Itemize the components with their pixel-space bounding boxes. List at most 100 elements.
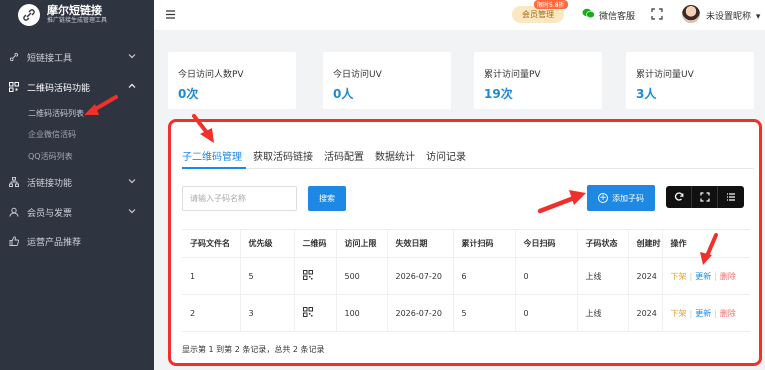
qrcode-icon (8, 81, 20, 93)
cell-priority: 5 (239, 257, 294, 295)
sidebar-item-label: 会员与发票 (27, 208, 73, 219)
tab-stats[interactable]: 数据统计 (375, 148, 415, 163)
tab-sub-qrcode[interactable]: 子二维码管理 (182, 148, 242, 163)
search-input[interactable] (182, 186, 297, 211)
tab-get-link[interactable]: 获取活码链接 (253, 148, 313, 163)
active-tab-indicator (182, 167, 246, 169)
column-header[interactable]: 累计扫码 (452, 229, 515, 258)
wechat-icon (582, 8, 595, 22)
add-sub-code-label: 添加子码 (612, 193, 644, 203)
cell-name: 1 (182, 257, 240, 295)
sidebar-subitem-wecom[interactable]: 企业微信活码 (28, 127, 76, 141)
annotation-arrow-icon (537, 190, 586, 214)
sidebar-item-label: 二维码活码功能 (27, 83, 91, 94)
annotation-arrow-icon (192, 114, 214, 143)
stat-value: 19次 (484, 87, 513, 101)
sidebar-item-qrcode[interactable]: 二维码活码功能 (0, 78, 154, 96)
tab-visits[interactable]: 访问记录 (426, 148, 466, 163)
menu-toggle-icon[interactable] (165, 9, 176, 23)
fullscreen-icon[interactable] (651, 8, 663, 23)
chevron-down-icon (128, 52, 136, 63)
stat-label: 今日访问UV (333, 70, 382, 80)
separator: | (714, 271, 717, 281)
tab-bar: 子二维码管理 获取活码链接 活码配置 数据统计 访问记录 (182, 148, 477, 163)
tab-divider (182, 168, 754, 169)
tab-config[interactable]: 活码配置 (324, 148, 364, 163)
add-sub-code-button[interactable]: + 添加子码 (587, 185, 655, 211)
delete-link[interactable]: 删除 (720, 309, 736, 318)
username-dropdown[interactable]: 未设置昵称 ▾ (706, 9, 760, 22)
search-button[interactable]: 搜索 (308, 186, 346, 211)
status-badge: 上线 (576, 257, 628, 295)
list-columns-icon[interactable] (718, 186, 744, 208)
stat-card-uv-total: 累计访问量UV 3人 (626, 52, 754, 109)
cell-total: 5 (452, 294, 515, 332)
column-header[interactable]: 二维码 (293, 229, 336, 258)
chevron-down-icon (128, 177, 136, 188)
stat-label: 累计访问量UV (636, 70, 694, 80)
stat-card-pv-total: 累计访问量PV 19次 (474, 52, 602, 109)
expand-icon[interactable] (692, 186, 718, 208)
delete-link[interactable]: 删除 (720, 272, 736, 281)
sidebar-item-label: 运营产品推荐 (27, 237, 82, 248)
sidebar-item-membership[interactable]: 会员与发票 (0, 203, 154, 221)
sidebar-item-products[interactable]: 运营产品推荐 (0, 232, 154, 250)
column-header[interactable]: 访问上限 (335, 229, 387, 258)
take-down-link[interactable]: 下架 (671, 272, 687, 281)
sitemap-icon (8, 176, 20, 188)
qrcode-icon[interactable] (302, 270, 313, 280)
table-row: 1 5 500 2026-07-20 6 0 上线 2024 下架 | 更新 | 删除 (182, 257, 750, 295)
brand-subtitle: 推广链接生成管理工具 (47, 17, 108, 24)
refresh-icon[interactable] (666, 186, 692, 208)
column-header[interactable]: 今日扫码 (514, 229, 577, 258)
cell-qrcode (293, 257, 336, 295)
annotation-arrow-icon (700, 233, 718, 265)
cell-created: 2024 (627, 294, 662, 332)
stat-card-uv-today: 今日访问UV 0人 (323, 52, 451, 109)
table-row: 2 3 100 2026-07-20 5 0 上线 2024 下架 | 更新 | 删除 (182, 294, 750, 332)
sidebar-subitem-qrcode-list[interactable]: 二维码活码列表 (28, 106, 84, 120)
cell-actions: 下架 | 更新 | 删除 (661, 294, 750, 332)
annotation-arrow-icon (84, 95, 118, 115)
table-header-row: 子码文件名 优先级 二维码 访问上限 失效日期 累计扫码 今日扫码 子码状态 创… (182, 229, 750, 258)
update-link[interactable]: 更新 (695, 309, 711, 318)
update-link[interactable]: 更新 (695, 272, 711, 281)
plus-circle-icon: + (598, 193, 608, 203)
column-header[interactable]: 子码状态 (576, 229, 628, 258)
qrcode-icon[interactable] (302, 307, 313, 317)
caret-down-icon: ▾ (755, 12, 761, 22)
column-header[interactable]: 失效日期 (386, 229, 453, 258)
stat-value: 0次 (178, 87, 199, 101)
sale-badge: 限时5.8折 (534, 0, 568, 9)
stat-value: 3人 (636, 87, 657, 101)
cell-total: 6 (452, 257, 515, 295)
column-header[interactable]: 创建时 (627, 229, 662, 258)
sidebar-item-label: 活链接功能 (27, 178, 73, 189)
chevron-down-icon (128, 207, 136, 218)
cell-limit: 500 (335, 257, 387, 295)
username-label: 未设置昵称 (706, 12, 752, 22)
pagination-summary: 显示第 1 到第 2 条记录，总共 2 条记录 (182, 345, 325, 354)
separator: | (689, 271, 693, 281)
separator: | (689, 308, 693, 318)
chevron-up-icon (128, 82, 136, 93)
sub-qrcode-panel: 子二维码管理 获取活码链接 活码配置 数据统计 访问记录 搜索 + 添加子码 子… (168, 119, 762, 366)
sidebar-item-label: 短链接工具 (27, 53, 73, 64)
stat-label: 今日访问人数PV (178, 70, 244, 80)
link-icon (8, 51, 20, 63)
sub-code-table: 子码文件名 优先级 二维码 访问上限 失效日期 累计扫码 今日扫码 子码状态 创… (182, 229, 750, 332)
column-header[interactable]: 优先级 (239, 229, 294, 258)
cell-name: 2 (182, 294, 240, 332)
cell-qrcode (293, 294, 336, 332)
cell-today: 0 (514, 257, 577, 295)
sidebar-item-shortlink[interactable]: 短链接工具 (0, 48, 154, 66)
avatar[interactable] (682, 5, 700, 23)
table-toolbar (666, 186, 744, 208)
wechat-support-button[interactable]: 微信客服 (582, 8, 635, 22)
column-header[interactable]: 子码文件名 (182, 229, 240, 258)
cell-expire: 2026-07-20 (386, 294, 453, 332)
sidebar: 摩尔短链接 推广链接生成管理工具 短链接工具 二维码活码功能 二维码活码列表 企… (0, 0, 154, 370)
sidebar-item-livelink[interactable]: 活链接功能 (0, 173, 154, 191)
take-down-link[interactable]: 下架 (671, 309, 687, 318)
sidebar-subitem-qq[interactable]: QQ活码列表 (28, 149, 73, 163)
